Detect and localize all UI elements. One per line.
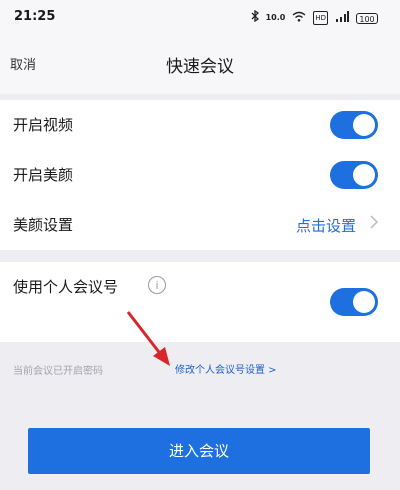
wifi-icon <box>292 11 306 26</box>
personal-id-label: 使用个人会议号 <box>13 278 119 296</box>
page-title: 快速会议 <box>166 57 234 77</box>
beauty-settings-action[interactable]: 点击设置 <box>296 215 356 236</box>
network-speed: 10.0 <box>265 13 286 22</box>
hd-badge: HD <box>313 11 328 25</box>
beauty-label: 开启美颜 <box>13 166 74 184</box>
bluetooth-icon <box>251 9 259 26</box>
beauty-settings-row[interactable]: 美颜设置 点击设置 <box>0 200 400 250</box>
toggle-knob <box>353 164 375 186</box>
personal-id-card: 使用个人会议号 i <box>0 262 400 342</box>
toggle-knob <box>353 114 375 136</box>
signal-icon <box>335 10 349 26</box>
chevron-right-icon[interactable] <box>370 214 379 233</box>
toggle-knob <box>353 291 375 313</box>
personal-id-toggle[interactable] <box>330 288 378 316</box>
nav-bar: 取消 快速会议 <box>0 34 400 94</box>
video-row: 开启视频 <box>0 100 400 150</box>
beauty-row: 开启美颜 <box>0 150 400 200</box>
beauty-toggle[interactable] <box>330 161 378 189</box>
personal-id-row: 使用个人会议号 i <box>0 262 400 342</box>
battery-icon: 100 <box>356 12 378 24</box>
info-icon[interactable]: i <box>148 276 166 294</box>
beauty-settings-label: 美颜设置 <box>13 216 74 234</box>
modify-personal-id-link[interactable]: 修改个人会议号设置 > <box>175 361 277 376</box>
status-icons: 10.0 HD 100 <box>251 9 378 26</box>
video-toggle[interactable] <box>330 111 378 139</box>
status-bar: 21:25 10.0 HD 100 <box>0 0 400 34</box>
password-notice: 当前会议已开启密码 <box>13 366 103 377</box>
video-label: 开启视频 <box>13 116 74 134</box>
settings-card: 开启视频 开启美颜 美颜设置 点击设置 <box>0 100 400 250</box>
status-time: 21:25 <box>14 9 56 24</box>
enter-meeting-button[interactable]: 进入会议 <box>28 428 370 474</box>
